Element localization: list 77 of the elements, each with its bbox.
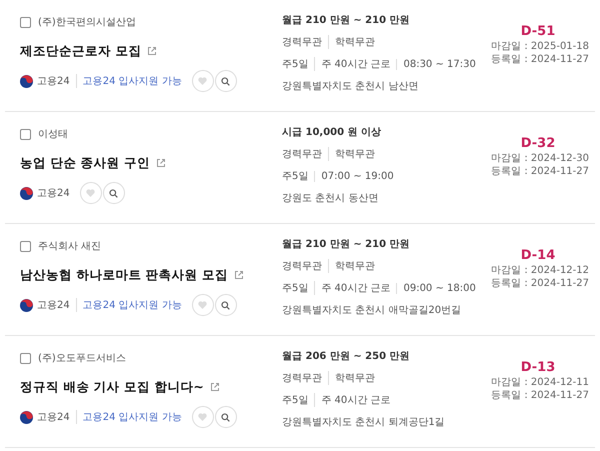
- source-label: 고용24: [37, 75, 71, 88]
- schedule-item: 주5일: [282, 282, 310, 295]
- job-title[interactable]: 농업 단순 종사원 구인: [20, 154, 150, 172]
- checkbox[interactable]: [20, 128, 31, 140]
- checkbox[interactable]: [20, 352, 31, 364]
- deadline-date: 마감일 : 2025-01-18: [491, 40, 589, 53]
- d-day: D-13: [520, 361, 556, 374]
- schedule-item: 주 40시간 근로: [314, 57, 396, 71]
- schedule-item: 주5일: [282, 394, 310, 407]
- condition-tag: 학력무관: [328, 371, 381, 385]
- deadline-date: 마감일 : 2024-12-12: [491, 264, 589, 277]
- heart-icon: [198, 413, 208, 421]
- search-button[interactable]: [214, 70, 237, 92]
- checkbox[interactable]: [20, 240, 31, 252]
- schedule-item: 주5일: [282, 170, 310, 183]
- condition-tag: 학력무관: [328, 147, 381, 161]
- condition-tag: 학력무관: [328, 259, 381, 273]
- condition-tag: 경력무관: [282, 147, 328, 161]
- apply-badge: 고용24 입사지원 가능: [76, 410, 188, 424]
- search-button[interactable]: [214, 294, 237, 316]
- apply-badge: 고용24 입사지원 가능: [76, 298, 188, 312]
- d-day: D-51: [520, 25, 556, 38]
- search-icon: [109, 188, 118, 198]
- schedule-item: 08:30 ~ 17:30: [396, 58, 482, 70]
- salary: 월급 206 만원 ~ 250 만원: [282, 350, 411, 364]
- deadline-date: 마감일 : 2024-12-30: [491, 152, 589, 165]
- search-button[interactable]: [102, 182, 125, 204]
- company-name: (주)오도푸드서비스: [38, 352, 126, 365]
- source-label: 고용24: [37, 187, 71, 200]
- source-label: 고용24: [37, 299, 71, 312]
- address: 강원특별자치도 춘천시 애막골길20번길: [282, 304, 462, 318]
- registered-date: 등록일 : 2024-11-27: [491, 165, 589, 178]
- schedule-item: 주 40시간 근로: [314, 281, 396, 295]
- registered-date: 등록일 : 2024-11-27: [491, 389, 589, 402]
- search-icon: [221, 412, 230, 422]
- search-button[interactable]: [214, 406, 237, 428]
- schedule-item: 주5일: [282, 58, 310, 71]
- external-link-icon[interactable]: [234, 270, 244, 280]
- salary: 월급 210 만원 ~ 210 만원: [282, 14, 411, 28]
- job-title[interactable]: 남산농협 하나로마트 판촉사원 모집: [20, 266, 228, 284]
- condition-tag: 경력무관: [282, 371, 328, 385]
- registered-date: 등록일 : 2024-11-27: [491, 277, 589, 290]
- external-link-icon[interactable]: [156, 158, 166, 168]
- salary: 시급 10,000 원 이상: [282, 126, 382, 140]
- schedule-item: 주 40시간 근로: [314, 393, 396, 407]
- d-day: D-14: [520, 249, 556, 262]
- logo-icon: [20, 410, 33, 424]
- job-title[interactable]: 제조단순근로자 모집: [20, 42, 142, 60]
- job-title[interactable]: 정규직 배송 기사 모집 합니다~: [20, 378, 204, 396]
- condition-tag: 학력무관: [328, 35, 381, 49]
- search-icon: [221, 300, 230, 310]
- external-link-icon[interactable]: [210, 382, 220, 392]
- heart-icon: [86, 189, 96, 197]
- apply-badge: 고용24 입사지원 가능: [76, 74, 188, 88]
- schedule-item: 07:00 ~ 19:00: [314, 170, 400, 182]
- logo-icon: [20, 186, 33, 200]
- address: 강원특별자치도 춘천시 퇴계공단1길: [282, 416, 446, 430]
- company-name: 이성태: [38, 128, 68, 141]
- heart-icon: [198, 301, 208, 309]
- address: 강원특별자치도 춘천시 남산면: [282, 80, 420, 94]
- source-label: 고용24: [37, 411, 71, 424]
- heart-icon: [198, 77, 208, 85]
- salary: 월급 210 만원 ~ 210 만원: [282, 238, 411, 252]
- search-icon: [221, 76, 230, 86]
- company-name: 주식회사 새진: [38, 240, 102, 253]
- company-name: (주)한국편의시설산업: [38, 16, 136, 29]
- logo-icon: [20, 74, 33, 88]
- checkbox[interactable]: [20, 16, 31, 28]
- logo-icon: [20, 298, 33, 312]
- condition-tag: 경력무관: [282, 259, 328, 273]
- deadline-date: 마감일 : 2024-12-11: [491, 376, 589, 389]
- condition-tag: 경력무관: [282, 35, 328, 49]
- registered-date: 등록일 : 2024-11-27: [491, 53, 589, 66]
- external-link-icon[interactable]: [147, 46, 158, 56]
- schedule-item: 09:00 ~ 18:00: [396, 282, 482, 294]
- address: 강원도 춘천시 동산면: [282, 192, 380, 206]
- d-day: D-32: [520, 137, 556, 150]
